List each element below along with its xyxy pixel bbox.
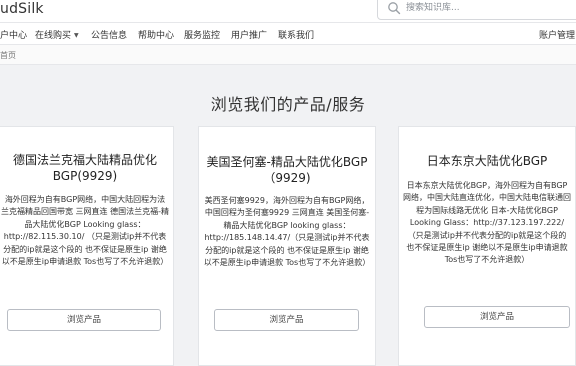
nav-item-buy-online-label: 在线购买 <box>35 31 72 41</box>
chevron-down-icon: ▼ <box>74 32 79 39</box>
search-icon <box>388 2 401 15</box>
browse-products-button[interactable]: 浏览产品 <box>214 309 359 331</box>
nav-item-announcements[interactable]: 公告信息 <box>91 28 127 41</box>
nav-item-service-monitor[interactable]: 服务监控 <box>184 28 220 41</box>
search-input[interactable] <box>406 0 576 16</box>
nav-item-client-center[interactable]: 户中心 <box>0 28 27 41</box>
top-bar: udSilk <box>0 0 576 22</box>
product-description: 海外回程为自有BGP网络，中国大陆回程为法兰克福精品回国带宽 三网直连 德国法兰… <box>1 195 169 267</box>
brand-logo-text[interactable]: udSilk <box>0 1 44 17</box>
product-title: 德国法兰克福大陆精品优化BGP(9929) <box>12 153 157 183</box>
main-nav: 户中心 在线购买 ▼ 公告信息 帮助中心 服务监控 用户推广 联系我们 账户管理 <box>0 23 576 44</box>
product-card-frankfurt: 德国法兰克福大陆精品优化BGP(9929) 海外回程为自有BGP网络，中国大陆回… <box>0 126 174 366</box>
browse-products-button[interactable]: 浏览产品 <box>424 306 570 328</box>
browse-products-button[interactable]: 浏览产品 <box>7 309 161 331</box>
nav-item-contact-us[interactable]: 联系我们 <box>278 28 314 41</box>
page-title: 浏览我们的产品/服务 <box>210 95 366 114</box>
product-card-san-jose: 美国圣何塞-精品大陆优化BGP（9929) 美西圣何塞9929，海外回程为自有B… <box>198 126 376 366</box>
breadcrumb[interactable]: 首页 <box>0 50 16 61</box>
product-card-tokyo: 日本东京大陆优化BGP 日本东京大陆优化BGP，海外回程为自有BGP网络，中国大… <box>398 126 576 366</box>
product-description: 美西圣何塞9929，海外回程为自有BGP网络，中国回程为圣何塞9929 三网直连… <box>203 196 371 268</box>
product-title: 美国圣何塞-精品大陆优化BGP（9929) <box>206 155 368 185</box>
product-description: 日本东京大陆优化BGP，海外回程为自有BGP网络，中国大陆直连优化，中国大陆电信… <box>403 181 571 265</box>
nav-item-account-management[interactable]: 账户管理 <box>539 28 575 41</box>
nav-item-buy-online[interactable]: 在线购买 ▼ <box>35 28 79 41</box>
nav-item-affiliates[interactable]: 用户推广 <box>231 28 267 41</box>
breadcrumb-bar: 首页 <box>0 45 576 65</box>
search-box[interactable] <box>377 0 576 20</box>
nav-item-help-center[interactable]: 帮助中心 <box>138 28 174 41</box>
product-title: 日本东京大陆优化BGP <box>426 154 548 168</box>
